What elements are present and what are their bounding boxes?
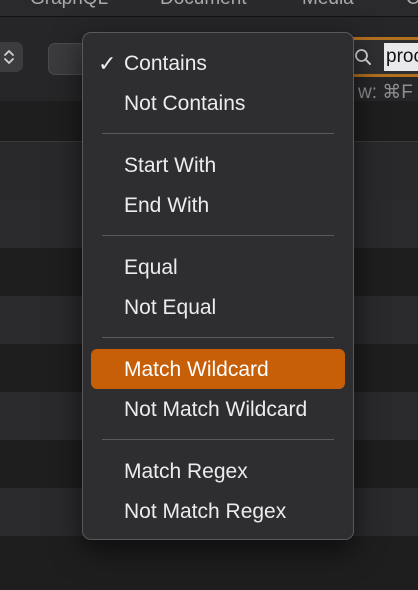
menu-item-match-wildcard[interactable]: Match Wildcard <box>91 349 345 389</box>
menu-item-label: Not Match Wildcard <box>124 398 308 421</box>
menu-item-label: Contains <box>124 52 207 75</box>
magnifier-icon <box>354 48 372 71</box>
menu-separator <box>102 439 334 440</box>
menu-item-label: Not Contains <box>124 92 246 115</box>
menu-item-label: End With <box>124 194 210 217</box>
menu-item-match-regex[interactable]: Match Regex <box>91 451 345 491</box>
tab-media[interactable]: Media <box>302 0 354 10</box>
menu-item-not-match-regex[interactable]: Not Match Regex <box>91 491 345 531</box>
tab-graphql[interactable]: GraphQL <box>30 0 108 10</box>
menu-item-label: Start With <box>124 154 217 177</box>
menu-item-label: Match Wildcard <box>124 358 269 381</box>
shortcut-hint: w: ⌘F <box>358 82 413 103</box>
table-row[interactable] <box>0 536 418 584</box>
search-input[interactable]: proc <box>345 37 418 77</box>
search-value-selected: proc <box>384 43 418 71</box>
menu-item-end-with[interactable]: End With <box>91 185 345 225</box>
app-window: GraphQL Document Media C proc w: ⌘F <box>0 0 418 590</box>
checkmark-icon: ✓ <box>98 51 117 76</box>
menu-separator <box>102 337 334 338</box>
tab-overflow[interactable]: C <box>406 0 418 10</box>
menu-item-not-equal[interactable]: Not Equal <box>91 287 345 327</box>
menu-separator <box>102 133 334 134</box>
menu-item-contains[interactable]: ✓ Contains <box>91 43 345 83</box>
menu-item-not-match-wildcard[interactable]: Not Match Wildcard <box>91 389 345 429</box>
operator-dropdown-menu: ✓ Contains Not Contains Start With End W… <box>82 32 354 540</box>
menu-separator <box>102 235 334 236</box>
menu-item-label: Match Regex <box>124 460 248 483</box>
menu-item-label: Equal <box>124 256 178 279</box>
menu-item-label: Not Equal <box>124 296 217 319</box>
up-down-chevrons-icon <box>3 50 14 64</box>
menu-item-equal[interactable]: Equal <box>91 247 345 287</box>
menu-item-label: Not Match Regex <box>124 500 287 523</box>
tab-bar: GraphQL Document Media C <box>0 0 418 17</box>
menu-item-not-contains[interactable]: Not Contains <box>91 83 345 123</box>
tab-document[interactable]: Document <box>160 0 247 10</box>
field-stepper[interactable] <box>0 42 23 72</box>
menu-item-start-with[interactable]: Start With <box>91 145 345 185</box>
